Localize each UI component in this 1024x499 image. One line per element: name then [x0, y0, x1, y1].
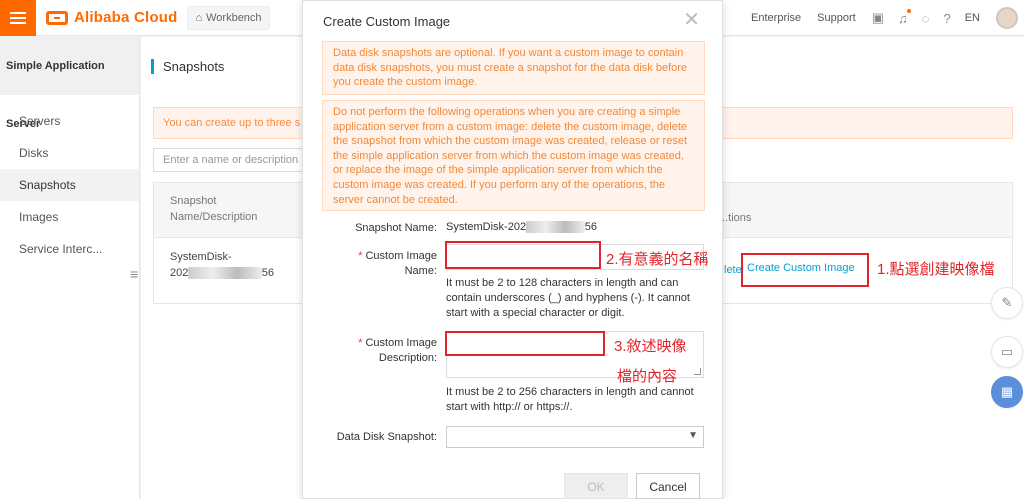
chat-icon[interactable]: ▭	[991, 336, 1023, 368]
logo-mark-icon	[46, 10, 68, 25]
snapshot-name-suffix: 56	[261, 267, 274, 279]
required-asterisk: *	[358, 250, 363, 262]
snapshot-name-line-2: 202XXXXXXXXXX56	[170, 265, 274, 281]
snapshot-name-line-1: SystemDisk-	[170, 251, 232, 263]
ok-button[interactable]: OK	[564, 473, 628, 499]
annotation-step1: 1.點選創建映像檔	[877, 261, 995, 278]
sidebar-collapse-icon[interactable]: ≡	[130, 266, 138, 282]
redacted-text: XXXXXXXX	[526, 221, 585, 233]
annotation-box-step2	[445, 241, 601, 269]
edit-icon[interactable]: ✎	[991, 287, 1023, 319]
alibaba-cloud-logo[interactable]: Alibaba Cloud	[46, 9, 177, 26]
sidebar-item-disks[interactable]: Disks	[0, 137, 139, 169]
snapshot-name-value: SystemDisk-202XXXXXXXX56	[446, 221, 597, 233]
snapshot-name-prefix: SystemDisk-202	[446, 221, 527, 233]
apps-icon[interactable]: ▦	[991, 376, 1023, 408]
snapshot-name-label: Snapshot Name:	[355, 222, 437, 234]
top-right-toolbar: Enterprise Support ▣ ♫ ◌ ? EN	[751, 0, 1024, 36]
sidebar-title: Simple Application Server	[0, 37, 139, 130]
sidebar-item-service-interconnect[interactable]: Service Interc...	[0, 233, 139, 265]
cancel-button[interactable]: Cancel	[636, 473, 700, 499]
enterprise-link[interactable]: Enterprise	[751, 12, 801, 24]
dialog-title: Create Custom Image	[323, 14, 451, 29]
workbench-button[interactable]: ⌂ Workbench	[187, 6, 270, 30]
required-asterisk: *	[358, 337, 363, 349]
close-icon[interactable]: ✕	[683, 10, 700, 30]
snapshot-name-suffix: 56	[584, 221, 598, 233]
help-icon[interactable]: ?	[943, 11, 950, 26]
menu-icon[interactable]	[0, 0, 36, 36]
redacted-text: XXXXXXXXXX	[188, 267, 262, 279]
annotation-step2: 2.有意義的名稱	[606, 251, 709, 268]
column-header-line-1: Snapshot	[170, 195, 217, 207]
operation-warning: Do not perform the following operations …	[322, 100, 705, 211]
home-icon: ⌂	[195, 12, 203, 24]
data-disk-snapshot-label: Data Disk Snapshot:	[336, 431, 437, 443]
annotation-step3-line1: 3.敘述映像	[614, 338, 687, 355]
custom-image-description-label-text: Custom Image Description:	[365, 337, 437, 364]
column-header-line-2: Name/Description	[170, 211, 258, 223]
search-input[interactable]: Enter a name or description	[153, 148, 323, 172]
column-header-snapshot: Snapshot Name/Description	[170, 193, 257, 225]
support-link[interactable]: Support	[817, 12, 856, 24]
annotation-step3-line2: 檔的內容	[617, 368, 678, 385]
sidebar-item-images[interactable]: Images	[0, 201, 139, 233]
sidebar-item-servers[interactable]: Servers	[0, 105, 139, 137]
custom-image-description-help: It must be 2 to 256 characters in length…	[446, 386, 694, 413]
sidebar: Simple Application Server Servers Disks …	[0, 37, 140, 499]
annotation-box-step3	[445, 331, 605, 356]
custom-image-description-label: * Custom Image Description:	[342, 336, 437, 366]
snapshot-name-prefix: 202	[170, 267, 189, 279]
resize-handle-icon[interactable]	[694, 368, 701, 375]
chevron-down-icon: ▼	[688, 430, 698, 441]
create-custom-image-dialog: Create Custom Image ✕ Data disk snapshot…	[302, 0, 723, 499]
custom-image-name-label-text: Custom Image Name:	[365, 250, 437, 277]
delete-link[interactable]: lete	[724, 262, 742, 278]
data-disk-warning: Data disk snapshots are optional. If you…	[322, 41, 705, 95]
custom-image-name-help: It must be 2 to 128 characters in length…	[446, 277, 690, 319]
custom-image-name-label: * Custom Image Name:	[342, 249, 437, 279]
avatar[interactable]	[996, 7, 1018, 29]
sidebar-item-snapshots[interactable]: Snapshots	[0, 169, 139, 201]
data-disk-snapshot-select[interactable]: ▼	[446, 426, 704, 448]
bell-icon[interactable]: ♫	[898, 8, 911, 26]
language-switch[interactable]: EN	[965, 12, 980, 24]
lightbulb-icon[interactable]: ◌	[922, 11, 930, 26]
table-row-snapshot-name: SystemDisk- 202XXXXXXXXXX56	[170, 249, 274, 281]
annotation-box-step1	[741, 253, 869, 287]
terminal-icon[interactable]: ▣	[872, 10, 884, 26]
column-header-actions: ...tions	[719, 212, 752, 224]
page-title: Snapshots	[151, 59, 224, 74]
